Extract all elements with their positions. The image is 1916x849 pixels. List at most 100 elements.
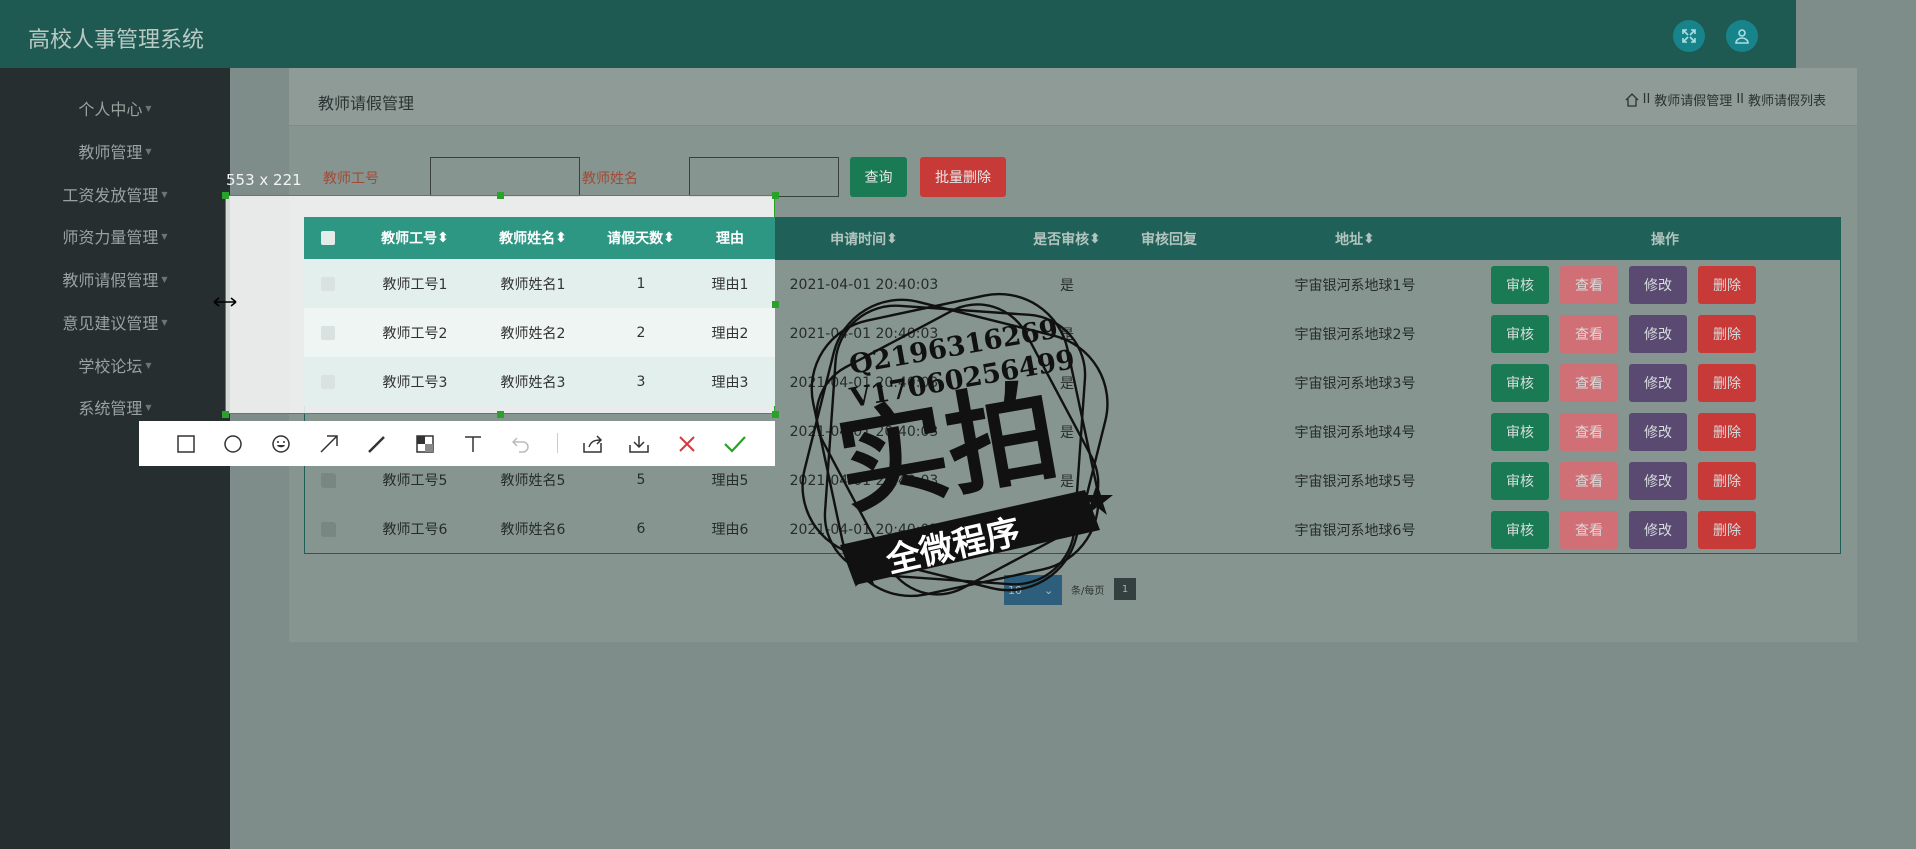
rectangle-tool[interactable] — [172, 430, 200, 458]
column-header-address[interactable]: 地址 ⬍ — [1235, 218, 1475, 260]
sort-icon: ⬍ — [555, 230, 567, 246]
column-header-teacher-id[interactable]: 教师工号 ⬍ — [360, 217, 470, 259]
review-button[interactable]: 审核 — [1491, 266, 1549, 304]
cell-reason: 理由6 — [711, 521, 749, 538]
edit-button[interactable]: 修改 — [1629, 266, 1687, 304]
resize-handle[interactable] — [772, 192, 779, 199]
ellipse-tool[interactable] — [219, 430, 247, 458]
pen-tool[interactable] — [363, 430, 391, 458]
download-tool[interactable] — [625, 430, 653, 458]
share-icon — [583, 435, 603, 453]
share-tool[interactable] — [579, 430, 607, 458]
delete-button[interactable]: 删除 — [1698, 266, 1756, 304]
teacher-name-input[interactable] — [689, 157, 839, 197]
undo-icon — [512, 437, 529, 453]
checkbox[interactable] — [321, 374, 335, 389]
edit-button[interactable]: 修改 — [1629, 511, 1687, 549]
confirm-tool[interactable] — [721, 430, 749, 458]
fullscreen-icon — [1682, 29, 1696, 43]
mosaic-tool[interactable] — [411, 430, 439, 458]
edit-button[interactable]: 修改 — [1629, 364, 1687, 402]
row-checkbox-cell[interactable] — [304, 504, 352, 553]
rectangle-icon — [177, 435, 195, 453]
delete-button[interactable]: 删除 — [1698, 462, 1756, 500]
cancel-icon — [679, 436, 695, 452]
cancel-tool[interactable] — [673, 430, 701, 458]
resize-handle[interactable] — [222, 411, 229, 418]
resize-handle[interactable] — [497, 411, 504, 418]
text-tool[interactable] — [459, 430, 487, 458]
delete-button[interactable]: 删除 — [1698, 511, 1756, 549]
breadcrumb-separator: II — [1736, 92, 1744, 107]
resize-handle[interactable] — [497, 192, 504, 199]
row-checkbox-cell[interactable] — [304, 308, 352, 357]
view-button[interactable]: 查看 — [1560, 413, 1618, 451]
review-button[interactable]: 审核 — [1491, 364, 1549, 402]
teacher-name-label: 教师姓名 — [582, 171, 638, 187]
delete-button[interactable]: 删除 — [1698, 364, 1756, 402]
cell-teacher-id: 教师工号1 — [382, 276, 448, 293]
view-button[interactable]: 查看 — [1560, 315, 1618, 353]
delete-button[interactable]: 删除 — [1698, 315, 1756, 353]
breadcrumb-item[interactable]: 教师请假管理 — [1654, 90, 1732, 109]
undo-tool[interactable] — [507, 430, 535, 458]
chevron-down-icon: ▼ — [161, 231, 168, 241]
chevron-down-icon: ▼ — [161, 274, 168, 284]
batch-delete-button[interactable]: 批量删除 — [920, 157, 1006, 197]
selection-size-label: 553 x 221 — [226, 171, 302, 189]
column-header-leave-days[interactable]: 请假天数 ⬍ — [596, 217, 686, 259]
review-button[interactable]: 审核 — [1491, 315, 1549, 353]
resize-handle[interactable] — [772, 301, 779, 308]
table-row: 教师工号1 教师姓名1 1 理由1 — [304, 259, 775, 308]
view-button[interactable]: 查看 — [1560, 462, 1618, 500]
text-icon — [465, 436, 481, 452]
checkbox[interactable] — [321, 325, 335, 340]
cell-reason: 理由3 — [711, 374, 749, 391]
column-label: 地址 — [1335, 232, 1364, 248]
review-button[interactable]: 审核 — [1491, 511, 1549, 549]
checkbox[interactable] — [321, 472, 335, 487]
column-header-teacher-name[interactable]: 教师姓名 ⬍ — [478, 217, 588, 259]
cell-teacher-id: 教师工号6 — [382, 521, 448, 538]
row-checkbox-cell[interactable] — [304, 357, 352, 406]
sidebar-item-feedback[interactable]: 意见建议管理 ▼ — [0, 302, 230, 342]
resize-handle[interactable] — [222, 192, 229, 199]
review-button[interactable]: 审核 — [1491, 462, 1549, 500]
chevron-down-icon: ▼ — [161, 317, 168, 327]
emoji-tool[interactable] — [267, 430, 295, 458]
sidebar-item-salary[interactable]: 工资发放管理 ▼ — [0, 174, 230, 214]
edit-button[interactable]: 修改 — [1629, 315, 1687, 353]
checkbox[interactable] — [321, 231, 335, 245]
arrow-tool[interactable] — [315, 430, 343, 458]
query-button[interactable]: 查询 — [850, 157, 907, 197]
view-button[interactable]: 查看 — [1560, 364, 1618, 402]
table-row: 教师工号3 教师姓名3 3 理由3 — [304, 357, 775, 406]
breadcrumb: II 教师请假管理 II 教师请假列表 — [1625, 90, 1826, 109]
teacher-id-input[interactable] — [430, 157, 580, 197]
checkbox[interactable] — [321, 276, 335, 291]
checkbox[interactable] — [321, 521, 335, 536]
column-header-reason: 理由 — [690, 217, 770, 259]
fullscreen-button[interactable] — [1673, 20, 1705, 52]
cell-reason: 理由2 — [711, 325, 749, 342]
user-button[interactable] — [1726, 20, 1758, 52]
delete-button[interactable]: 删除 — [1698, 413, 1756, 451]
resize-handle[interactable] — [772, 411, 779, 418]
home-icon — [1625, 92, 1639, 107]
select-all-checkbox[interactable] — [304, 217, 352, 259]
sidebar-item-leave[interactable]: 教师请假管理 ▼ — [0, 259, 230, 299]
table-row: 教师工号2 教师姓名2 2 理由2 — [304, 308, 775, 357]
edit-button[interactable]: 修改 — [1629, 462, 1687, 500]
row-checkbox-cell[interactable] — [304, 259, 352, 308]
edit-button[interactable]: 修改 — [1629, 413, 1687, 451]
sidebar-item-faculty[interactable]: 师资力量管理 ▼ — [0, 216, 230, 256]
review-button[interactable]: 审核 — [1491, 413, 1549, 451]
sidebar-item-personal-center[interactable]: 个人中心 ▼ — [0, 88, 230, 128]
sidebar-item-forum[interactable]: 学校论坛 ▼ — [0, 345, 230, 385]
sidebar-item-label: 教师请假管理 — [62, 271, 159, 290]
sidebar-item-teacher-management[interactable]: 教师管理 ▼ — [0, 131, 230, 171]
table-row: 教师工号6 教师姓名6 6 理由6 — [304, 504, 775, 553]
view-button[interactable]: 查看 — [1560, 511, 1618, 549]
sort-icon: ⬍ — [437, 230, 449, 246]
view-button[interactable]: 查看 — [1560, 266, 1618, 304]
